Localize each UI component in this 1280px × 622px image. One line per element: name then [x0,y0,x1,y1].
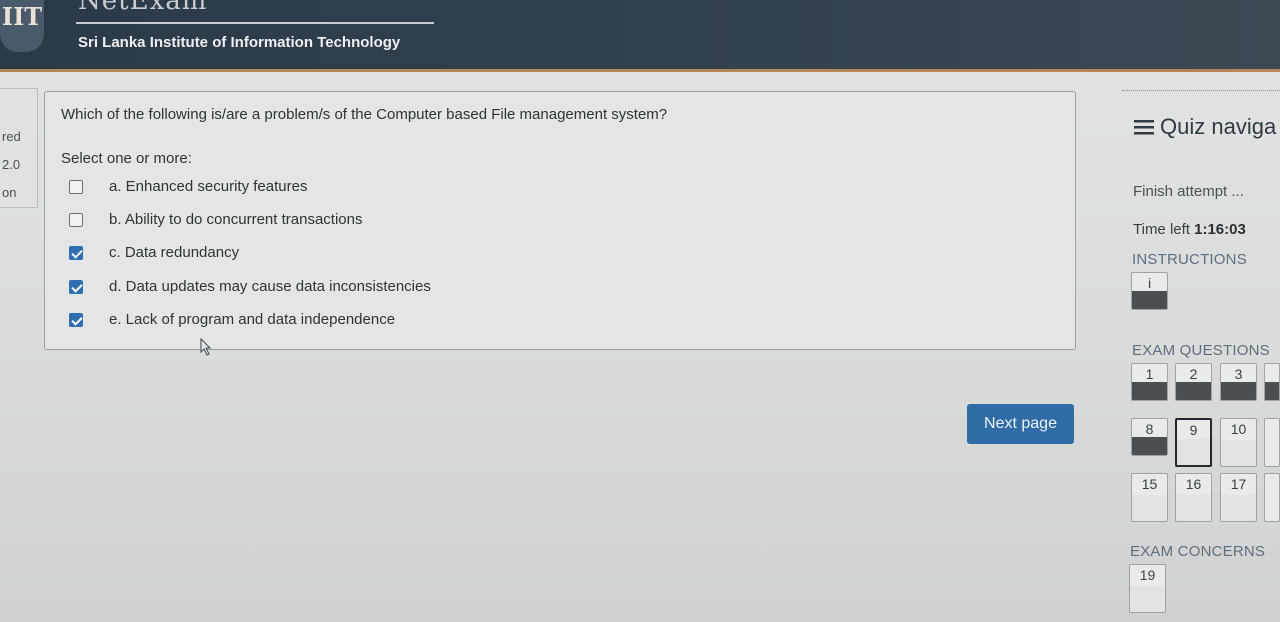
nav-button-number: 1 [1145,366,1154,382]
quiz-navigation-title: Quiz naviga [1134,114,1276,141]
nav-button-status [1132,291,1167,309]
option-a[interactable]: a. Enhanced security features [67,176,767,198]
next-page-button[interactable]: Next page [967,404,1074,444]
hamburger-icon[interactable] [1134,115,1154,141]
flag-question[interactable]: on [2,185,16,200]
option-b[interactable]: b. Ability to do concurrent transactions [67,209,767,231]
option-d[interactable]: d. Data updates may cause data inconsist… [67,276,767,298]
nav-button-number: i [1147,275,1152,291]
nav-button-number: 16 [1185,476,1202,492]
nav-button-question-10[interactable]: 10 [1220,418,1257,467]
nav-divider [1122,90,1280,91]
nav-button-status [1176,382,1211,400]
nav-button-number: 2 [1189,366,1198,382]
option-c-label[interactable]: c. Data redundancy [109,244,239,261]
option-c[interactable]: c. Data redundancy [67,242,767,264]
nav-button-question-partial-3[interactable] [1264,473,1280,522]
institution-name: Sri Lanka Institute of Information Techn… [78,34,401,51]
finish-attempt-link[interactable]: Finish attempt ... [1133,183,1244,200]
nav-button-status [1132,437,1167,455]
question-info-panel: red 2.0 on [0,88,38,208]
nav-button-status [1176,495,1211,521]
nav-button-question-partial[interactable] [1264,363,1280,401]
nav-button-status [1221,382,1256,400]
option-d-label[interactable]: d. Data updates may cause data inconsist… [109,278,431,295]
time-left-label: Time left [1133,221,1190,238]
time-left: Time left 1:16:03 [1133,221,1246,238]
nav-button-instructions[interactable]: i [1131,272,1168,310]
checkbox-c[interactable] [69,246,83,260]
nav-button-question-17[interactable]: 17 [1220,473,1257,522]
nav-button-question-partial-2[interactable] [1264,418,1280,467]
exam-questions-heading: EXAM QUESTIONS [1132,342,1270,359]
quiz-navigation-label: Quiz naviga [1160,114,1277,139]
checkbox-e[interactable] [69,313,83,327]
sliit-logo: IIT [0,0,44,52]
question-status: red [2,129,21,144]
nav-button-status [1265,382,1279,400]
nav-button-question-15[interactable]: 15 [1131,473,1168,522]
nav-button-number: 19 [1139,567,1156,583]
nav-button-question-9[interactable]: 9 [1175,418,1212,467]
checkbox-d[interactable] [69,280,83,294]
brand-name: NetExam [78,0,208,16]
nav-button-concern-19[interactable]: 19 [1129,564,1166,613]
option-e-label[interactable]: e. Lack of program and data independence [109,311,395,328]
question-prompt: Select one or more: [61,150,192,167]
nav-button-status [1177,439,1210,465]
brand-divider [76,22,434,24]
question-mark: 2.0 [2,157,21,172]
option-a-label[interactable]: a. Enhanced security features [109,178,307,195]
question-text: Which of the following is/are a problem/… [61,106,668,123]
nav-button-question-3[interactable]: 3 [1220,363,1257,401]
time-left-value: 1:16:03 [1194,221,1246,238]
instructions-heading: INSTRUCTIONS [1132,251,1247,268]
nav-button-status [1130,586,1165,612]
site-header: IIT NetExam Sri Lanka Institute of Infor… [0,0,1280,72]
nav-button-status [1221,440,1256,466]
nav-button-status [1221,495,1256,521]
question-card: Which of the following is/are a problem/… [44,91,1076,350]
nav-button-question-16[interactable]: 16 [1175,473,1212,522]
exam-concerns-heading: EXAM CONCERNS [1130,543,1266,560]
nav-button-status [1132,382,1167,400]
nav-button-number: 10 [1230,421,1247,437]
checkbox-b[interactable] [69,213,83,227]
nav-button-number: 15 [1141,476,1158,492]
option-b-label[interactable]: b. Ability to do concurrent transactions [109,211,362,228]
nav-button-question-1[interactable]: 1 [1131,363,1168,401]
option-e[interactable]: e. Lack of program and data independence [67,309,767,331]
checkbox-a[interactable] [69,180,83,194]
nav-button-question-8[interactable]: 8 [1131,418,1168,456]
nav-button-question-2[interactable]: 2 [1175,363,1212,401]
mouse-cursor-icon [200,337,212,361]
nav-button-number: 8 [1145,421,1154,437]
nav-button-number: 9 [1189,422,1198,438]
nav-button-number: 17 [1230,476,1247,492]
nav-button-status [1132,495,1167,521]
nav-button-number: 3 [1234,366,1243,382]
